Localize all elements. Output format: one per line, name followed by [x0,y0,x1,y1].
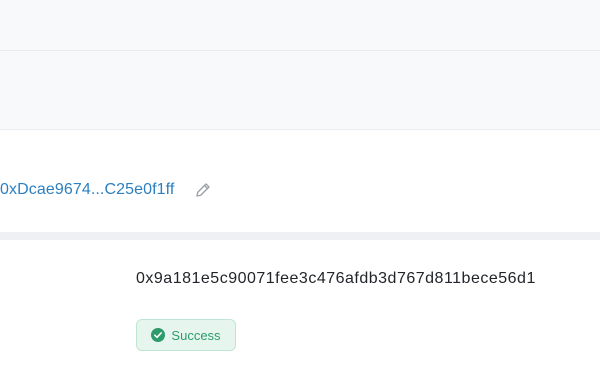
status-badge: Success [136,319,236,351]
pencil-icon[interactable] [192,179,214,201]
status-label: Success [171,327,221,343]
account-address-link[interactable]: 0xDcae9674...C25e0f1ff [0,181,174,199]
sub-header-bar [0,51,600,130]
account-address-row: 0xDcae9674...C25e0f1ff [0,175,214,205]
section-separator [0,232,600,240]
top-header-bar [0,0,600,50]
sub-header-divider [0,129,600,130]
check-circle-icon [151,328,166,342]
transaction-hash: 0x9a181e5c90071fee3c476afdb3d767d811bece… [136,270,536,287]
